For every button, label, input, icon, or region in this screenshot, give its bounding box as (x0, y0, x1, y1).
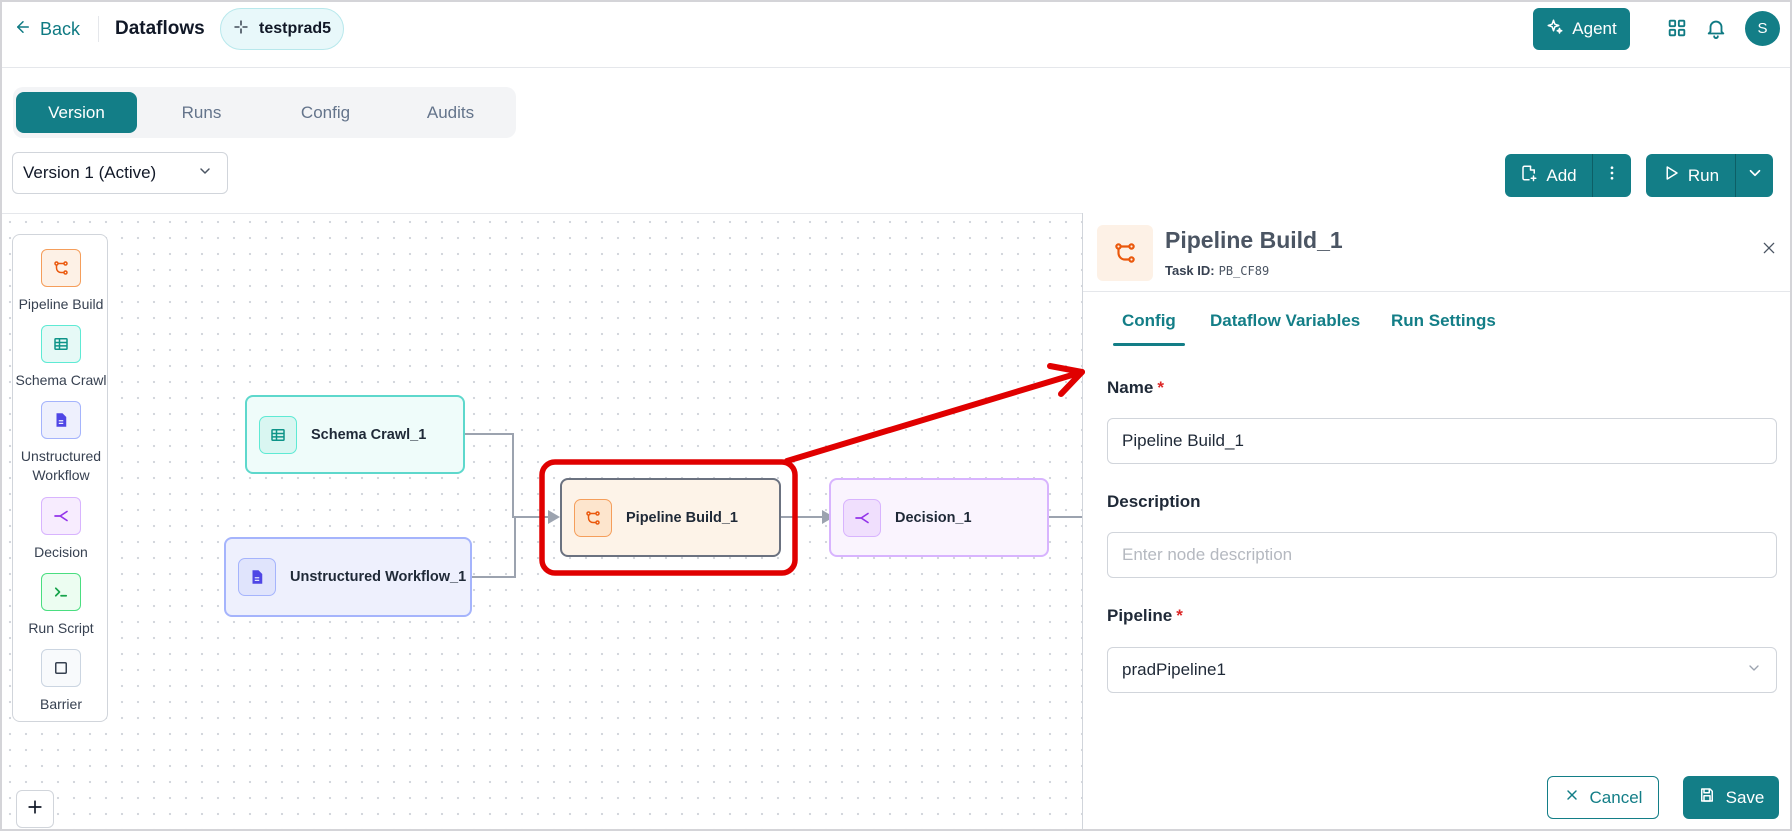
arrow-left-icon (14, 18, 32, 41)
dataflow-name-chip[interactable]: testprad5 (220, 8, 345, 50)
run-button[interactable]: Run (1646, 154, 1735, 197)
node-config-panel: Pipeline Build_1 Task ID: PB_CF89 Config … (1082, 213, 1791, 829)
main-tabs: Version Runs Config Audits (13, 87, 516, 138)
play-icon (1662, 164, 1680, 187)
decision-icon (843, 498, 881, 537)
add-label: Add (1546, 165, 1577, 185)
tab-runs[interactable]: Runs (141, 92, 262, 133)
panel-tab-dataflow-variables[interactable]: Dataflow Variables (1210, 311, 1360, 331)
run-button-group: Run (1646, 154, 1773, 197)
plus-icon (25, 797, 45, 822)
node-label: Schema Crawl_1 (311, 426, 427, 443)
node-schema-crawl[interactable]: Schema Crawl_1 (245, 395, 465, 474)
panel-tab-config[interactable]: Config (1122, 311, 1176, 331)
panel-divider (1083, 291, 1791, 292)
run-options-button[interactable] (1736, 154, 1773, 197)
tab-audits[interactable]: Audits (390, 92, 511, 133)
pipeline-label: Pipeline * (1107, 606, 1183, 625)
pipeline-select-value: pradPipeline1 (1122, 660, 1226, 679)
top-bar: Back Dataflows testprad5 Agent S (0, 0, 1792, 68)
chevron-down-icon (197, 163, 213, 184)
save-icon (1698, 786, 1716, 809)
panel-title: Pipeline Build_1 (1165, 227, 1343, 253)
pipeline-icon (41, 249, 81, 287)
palette-item-schema-crawl[interactable]: Schema Crawl (13, 325, 109, 390)
chevron-down-icon (1746, 164, 1764, 187)
tab-config[interactable]: Config (265, 92, 386, 133)
file-plus-icon (1520, 164, 1538, 187)
node-label: Decision_1 (895, 509, 972, 526)
task-id: Task ID: PB_CF89 (1165, 263, 1269, 278)
node-label: Pipeline Build_1 (626, 509, 738, 526)
sparkle-icon (233, 19, 249, 40)
palette-item-pipeline-build[interactable]: Pipeline Build (13, 249, 109, 314)
node-palette: Pipeline Build Schema Crawl Unstructured… (12, 234, 108, 722)
palette-item-run-script[interactable]: Run Script (13, 573, 109, 638)
pipeline-icon (574, 498, 612, 537)
required-mark: * (1157, 378, 1164, 397)
task-id-label: Task ID: (1165, 263, 1215, 278)
document-icon (238, 558, 276, 596)
chevron-down-icon (1746, 660, 1762, 681)
terminal-icon (41, 573, 81, 611)
task-id-value: PB_CF89 (1218, 264, 1270, 278)
palette-label: Run Script (28, 620, 94, 636)
table-icon (259, 415, 297, 454)
panel-tab-run-settings[interactable]: Run Settings (1391, 311, 1496, 331)
document-icon (41, 401, 81, 439)
apps-grid-icon[interactable] (1666, 17, 1688, 39)
run-label: Run (1687, 165, 1720, 185)
node-decision[interactable]: Decision_1 (829, 478, 1049, 557)
version-select[interactable]: Version 1 (Active) (12, 152, 228, 194)
name-input[interactable] (1107, 418, 1777, 464)
table-icon (41, 325, 81, 363)
palette-item-decision[interactable]: Decision (13, 497, 109, 562)
palette-label: Schema Crawl (15, 372, 107, 388)
node-label: Unstructured Workflow_1 (290, 569, 467, 585)
agent-label: Agent (1572, 19, 1617, 38)
description-input[interactable] (1107, 532, 1777, 578)
save-label: Save (1725, 787, 1765, 807)
palette-label: Decision (34, 544, 88, 560)
palette-label: Barrier (39, 696, 82, 712)
node-pipeline-build[interactable]: Pipeline Build_1 (560, 478, 781, 557)
close-icon[interactable] (1761, 240, 1777, 256)
pipeline-select[interactable]: pradPipeline1 (1107, 647, 1777, 693)
user-avatar[interactable]: S (1745, 11, 1780, 46)
agent-button[interactable]: Agent (1533, 8, 1630, 50)
square-icon (41, 649, 81, 687)
palette-label: Unstructured Workflow (20, 448, 102, 483)
add-button-group: Add (1505, 154, 1631, 197)
palette-item-barrier[interactable]: Barrier (13, 649, 109, 714)
required-mark: * (1176, 606, 1183, 625)
tab-version[interactable]: Version (16, 92, 137, 133)
sparkles-icon (1546, 18, 1564, 41)
cancel-button[interactable]: Cancel (1547, 776, 1659, 819)
app-title: Dataflows (115, 18, 205, 39)
active-tab-indicator (1113, 343, 1185, 346)
more-vertical-icon (1603, 164, 1621, 187)
name-label: Name * (1107, 378, 1164, 397)
node-unstructured-workflow[interactable]: Unstructured Workflow_1 (224, 537, 472, 617)
pipeline-icon (1097, 225, 1153, 281)
dataflow-name: testprad5 (259, 20, 332, 37)
description-label: Description (1107, 492, 1201, 511)
zoom-add-button[interactable] (16, 790, 54, 828)
back-label: Back (40, 18, 81, 39)
decision-icon (41, 497, 81, 535)
version-select-value: Version 1 (Active) (23, 163, 157, 182)
header-divider (98, 16, 99, 42)
palette-item-unstructured-workflow[interactable]: Unstructured Workflow (13, 401, 109, 485)
add-button[interactable]: Add (1505, 154, 1592, 197)
add-more-button[interactable] (1593, 154, 1631, 197)
cancel-label: Cancel (1589, 787, 1643, 807)
save-button[interactable]: Save (1683, 776, 1779, 819)
palette-label: Pipeline Build (18, 296, 104, 312)
bell-icon[interactable] (1705, 17, 1727, 39)
close-icon (1564, 787, 1580, 808)
back-button[interactable]: Back (14, 16, 80, 42)
